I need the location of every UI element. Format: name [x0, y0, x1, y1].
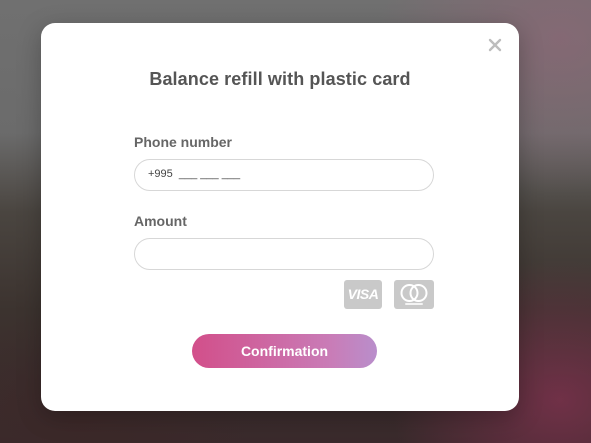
amount-input[interactable]	[134, 238, 434, 270]
amount-label: Amount	[134, 213, 187, 229]
close-icon	[488, 38, 502, 52]
refill-modal: Balance refill with plastic card Phone n…	[41, 23, 519, 411]
phone-input[interactable]: +995 ___ ___ ___	[134, 159, 434, 191]
close-button[interactable]	[487, 37, 503, 53]
payment-methods: VISA	[344, 280, 434, 310]
visa-icon: VISA	[344, 280, 382, 309]
mastercard-circles	[400, 284, 428, 305]
phone-input-value: +995 ___ ___ ___	[148, 168, 241, 180]
mastercard-icon	[394, 280, 434, 309]
modal-title: Balance refill with plastic card	[149, 69, 411, 89]
visa-logo-text: VISA	[347, 286, 379, 302]
phone-label: Phone number	[134, 134, 233, 150]
confirm-button[interactable]: Confirmation	[192, 334, 377, 368]
